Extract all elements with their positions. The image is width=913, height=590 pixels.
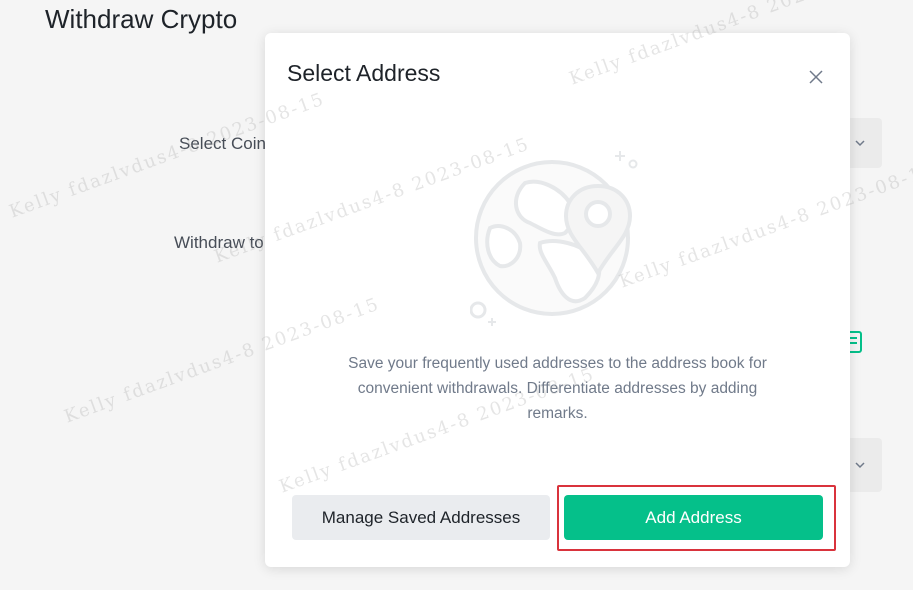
add-address-button[interactable]: Add Address: [564, 495, 823, 540]
modal-title: Select Address: [287, 60, 441, 86]
close-icon[interactable]: [805, 66, 827, 88]
globe-location-icon: [470, 151, 638, 326]
modal-description: Save your frequently used addresses to t…: [348, 355, 767, 422]
select-address-modal: Select Address Save your frequently used…: [265, 33, 850, 567]
manage-saved-addresses-button[interactable]: Manage Saved Addresses: [292, 495, 550, 540]
